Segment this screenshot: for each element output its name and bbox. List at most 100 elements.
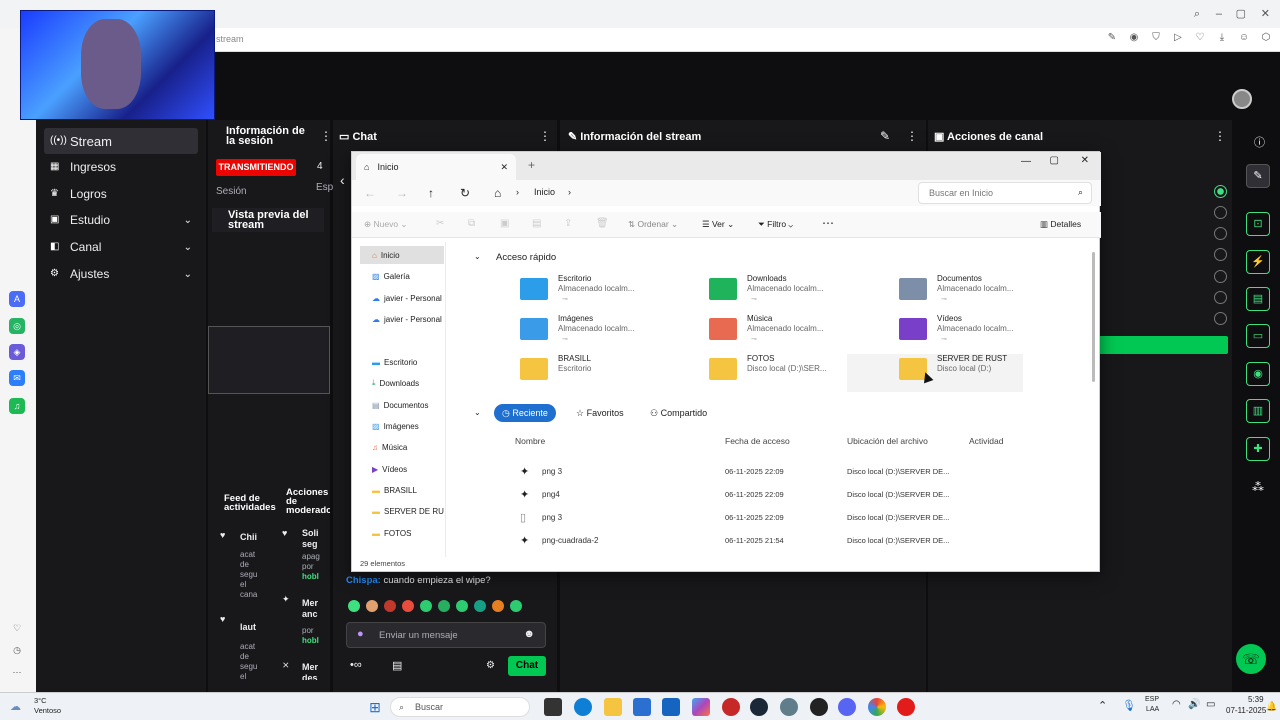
- chat-input[interactable]: ● Enviar un mensaje ☻: [346, 622, 546, 648]
- windows-start-icon[interactable]: ⊞: [366, 698, 384, 716]
- pencil-icon[interactable]: ✎: [880, 129, 890, 143]
- emote-icon[interactable]: [384, 600, 396, 612]
- quick-access-item[interactable]: SERVER DE RUST Disco local (D:): [847, 354, 1023, 392]
- filter-button[interactable]: ⏷ Filtro ⌄: [758, 219, 793, 230]
- user-icon[interactable]: ☺: [1238, 32, 1250, 44]
- chevron-down-icon[interactable]: ⌄: [474, 252, 481, 261]
- broadcast-icon[interactable]: ◉: [1246, 362, 1270, 386]
- sidebar-item-inicio[interactable]: ⌂ Inicio: [360, 246, 444, 264]
- sidebar-item-downloads[interactable]: ⤓ Downloads: [360, 374, 444, 392]
- new-tab-icon[interactable]: +: [528, 158, 535, 172]
- column-header-name[interactable]: Nombre: [515, 436, 545, 446]
- store-icon[interactable]: [633, 698, 651, 716]
- more-options-icon[interactable]: ⋯: [822, 216, 834, 230]
- quick-access-item[interactable]: Vídeos Almacenado localm... ⊸: [899, 314, 1059, 348]
- info-icon[interactable]: ⓘ: [1254, 134, 1265, 150]
- share-icon[interactable]: ⇪: [564, 218, 572, 229]
- spotify-icon[interactable]: ♫: [9, 398, 25, 414]
- app-icon[interactable]: A: [9, 291, 25, 307]
- extension-icon[interactable]: ⬡: [1260, 32, 1272, 44]
- obs-icon[interactable]: [810, 698, 828, 716]
- emote-icon[interactable]: [492, 600, 504, 612]
- view-button[interactable]: ☰ Ver ⌄: [702, 219, 734, 230]
- sidebar-item-videos[interactable]: ▶ Vídeos: [360, 460, 444, 478]
- scrollbar[interactable]: [1092, 252, 1095, 382]
- copilot-icon[interactable]: [692, 698, 710, 716]
- volume-icon[interactable]: 🔊: [1188, 699, 1200, 710]
- nav-item-ajustes[interactable]: ⚙ Ajustes ⌄: [44, 261, 198, 287]
- sidebar-item-onedrive-2[interactable]: ☁ javier - Personal: [360, 310, 444, 328]
- nav-item-logros[interactable]: ♛ Logros: [44, 181, 198, 207]
- weather-icon[interactable]: ☁: [10, 700, 21, 713]
- search-icon[interactable]: ⌕: [1194, 6, 1200, 21]
- emote-icon[interactable]: [402, 600, 414, 612]
- messenger-icon[interactable]: ✉: [9, 370, 25, 386]
- steam-icon[interactable]: [750, 698, 768, 716]
- emote-icon[interactable]: [456, 600, 468, 612]
- chat-send-button[interactable]: Chat: [508, 656, 546, 676]
- table-row[interactable]: ✦ png-cuadrada-2 06-11-2025 21:54 Disco loc…: [512, 533, 1052, 551]
- outlook-icon[interactable]: [662, 698, 680, 716]
- sidebar-item-onedrive[interactable]: ☁ javier - Personal: [360, 289, 444, 307]
- clock-icon[interactable]: ◷: [9, 642, 25, 658]
- table-row[interactable]: ✦ png4 06-11-2025 22:09 Disco local (D:)\SE…: [512, 487, 1052, 505]
- chevron-down-icon[interactable]: ⌄: [474, 408, 481, 417]
- clock-time[interactable]: 5:39: [1248, 695, 1264, 704]
- tray-chevron-icon[interactable]: ⌃: [1098, 699, 1107, 712]
- pencil-icon[interactable]: ✎: [1246, 164, 1270, 188]
- radio-button[interactable]: [1214, 185, 1227, 198]
- nav-item-stream[interactable]: ((•)) Stream: [44, 128, 198, 154]
- taskbar-search[interactable]: ⌕ Buscar: [390, 697, 530, 717]
- radio-button[interactable]: [1214, 312, 1227, 325]
- lightning-icon[interactable]: ⚡: [1246, 250, 1270, 274]
- chat-app-icon[interactable]: ◈: [9, 344, 25, 360]
- battery-icon[interactable]: ▭: [1206, 699, 1215, 710]
- task-view-icon[interactable]: [544, 698, 562, 716]
- more-icon[interactable]: ⋮: [320, 129, 332, 143]
- sidebar-item-server-de-rust[interactable]: ▬SERVER DE RUST: [360, 502, 444, 520]
- radio-button[interactable]: [1214, 270, 1227, 283]
- column-header-activity[interactable]: Actividad: [969, 436, 1004, 446]
- heart-icon[interactable]: ♡: [9, 620, 25, 636]
- mic-icon[interactable]: ●: [357, 628, 364, 640]
- whatsapp-icon[interactable]: ◎: [9, 318, 25, 334]
- mic-icon[interactable]: 🎙: [1122, 699, 1136, 712]
- more-icon[interactable]: ⋮: [1214, 129, 1226, 143]
- sidebar-item-musica[interactable]: ♫ Música: [360, 438, 444, 456]
- cut-icon[interactable]: ✂: [436, 218, 444, 229]
- close-icon[interactable]: ✕: [1261, 6, 1270, 20]
- quick-access-item[interactable]: FOTOS Disco local (D:)\SER...: [709, 354, 869, 388]
- table-row[interactable]: ▯ png 3 06-11-2025 22:09 Disco local (D:)\S…: [512, 510, 1052, 528]
- home-icon[interactable]: ⌂: [494, 186, 501, 200]
- avatar[interactable]: [1232, 89, 1252, 109]
- more-icon[interactable]: ⋯: [9, 664, 25, 680]
- minimize-icon[interactable]: —: [1021, 156, 1031, 167]
- radio-button[interactable]: [1214, 206, 1227, 219]
- nav-item-estudio[interactable]: ▣ Estudio ⌄: [44, 207, 198, 233]
- shield-icon[interactable]: ⛉: [1150, 32, 1162, 44]
- emote-icon[interactable]: [510, 600, 522, 612]
- forward-icon[interactable]: →: [396, 186, 408, 200]
- settings-icon[interactable]: [780, 698, 798, 716]
- share-icon[interactable]: ⁂: [1252, 480, 1264, 494]
- more-icon[interactable]: ⋮: [906, 129, 918, 143]
- table-row[interactable]: ✦ png 3 06-11-2025 22:09 Disco local (D:)\S…: [512, 464, 1052, 482]
- minimize-icon[interactable]: –: [1216, 6, 1222, 20]
- new-button[interactable]: ⊕ Nuevo ⌄: [364, 219, 408, 230]
- address-bar[interactable]: stream ✎ ◉ ⛉ ▷ ♡ ⤓ ☺ ⬡: [214, 28, 1280, 52]
- heart-icon[interactable]: ♡: [1194, 32, 1206, 44]
- radio-button[interactable]: [1214, 248, 1227, 261]
- lang-top[interactable]: ESP: [1145, 696, 1159, 703]
- layout-icon[interactable]: ▥: [1246, 399, 1270, 423]
- emote-icon[interactable]: [438, 600, 450, 612]
- sidebar-item-documentos[interactable]: ▤ Documentos: [360, 396, 444, 414]
- column-header-location[interactable]: Ubicación del archivo: [847, 436, 928, 446]
- close-icon[interactable]: ✕: [1081, 155, 1089, 166]
- radio-button[interactable]: [1214, 227, 1227, 240]
- sidebar-item-escritorio[interactable]: ▬ Escritorio: [360, 353, 444, 371]
- quick-access-item[interactable]: Downloads Almacenado localm... ⊸: [709, 274, 869, 308]
- wifi-icon[interactable]: ◠: [1172, 699, 1181, 710]
- emote-icon[interactable]: [420, 600, 432, 612]
- sort-button[interactable]: ⇅ Ordenar ⌄: [628, 219, 678, 230]
- store-icon[interactable]: ▤: [392, 659, 402, 672]
